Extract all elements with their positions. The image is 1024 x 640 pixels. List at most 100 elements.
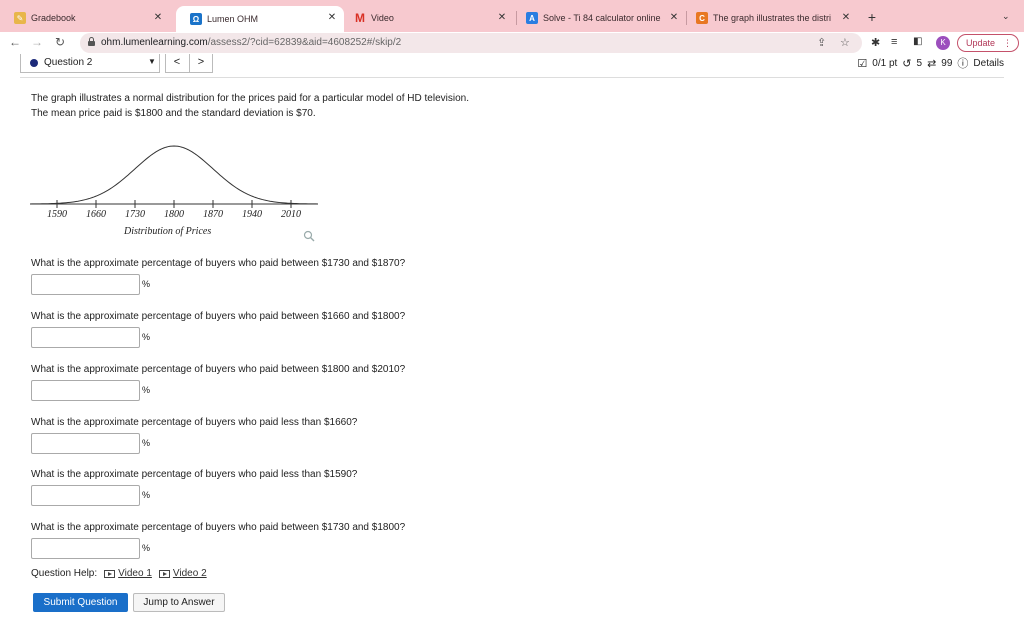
jump-to-answer-button[interactable]: Jump to Answer — [133, 593, 225, 612]
tab-video[interactable]: M Video ✕ — [340, 6, 514, 30]
attempts-icon: ⇄ — [927, 57, 937, 70]
question-select[interactable]: Question 2 ▼ — [20, 54, 160, 73]
video-play-icon — [104, 569, 116, 578]
video-play-icon — [158, 569, 170, 578]
question-part-2: What is the approximate percentage of bu… — [31, 311, 491, 348]
next-question-button[interactable]: > — [190, 56, 212, 68]
tab-strip: ✎ Gradebook ✕ Ω Lumen OHM ✕ M Video ✕ A … — [0, 0, 1024, 32]
reading-list-icon[interactable]: ≡ — [891, 36, 897, 48]
video-2-label: Video 2 — [172, 568, 207, 579]
lumen-icon: Ω — [190, 13, 202, 25]
score-text: 0/1 pt — [872, 57, 898, 69]
question-pager: < > — [165, 54, 213, 73]
answer-input-6[interactable] — [31, 538, 140, 559]
kebab-menu-icon: ⋮ — [1003, 38, 1012, 48]
bookmark-star-icon[interactable]: ☆ — [840, 36, 850, 49]
tick-label: 1870 — [203, 209, 223, 220]
question-text: What is the approximate percentage of bu… — [31, 522, 406, 533]
browser-toolbar: ← → ↻ ohm.lumenlearning.com/assess2/?cid… — [0, 32, 1024, 54]
close-icon[interactable]: ✕ — [326, 12, 338, 23]
tab-title: Solve - Ti 84 calculator online — [543, 13, 661, 23]
address-bar[interactable]: ohm.lumenlearning.com/assess2/?cid=62839… — [80, 33, 862, 53]
share-icon[interactable]: ⇪ — [817, 36, 826, 49]
forward-arrow-icon[interactable]: → — [30, 35, 44, 49]
new-tab-button[interactable]: + — [864, 9, 880, 25]
answer-input-5[interactable] — [31, 485, 140, 506]
question-help: Question Help: Video 1 Video 2 — [31, 568, 207, 579]
normal-distribution-graph: 1590 1660 1730 1800 1870 1940 2010 Distr… — [30, 138, 320, 248]
answer-input-1[interactable] — [31, 274, 140, 295]
video-2-link[interactable]: Video 2 — [158, 568, 207, 579]
tab-lumen-ohm[interactable]: Ω Lumen OHM ✕ — [176, 6, 344, 32]
profile-avatar[interactable]: K — [936, 36, 950, 50]
tab-title: Lumen OHM — [207, 14, 259, 24]
tick-label: 2010 — [281, 209, 301, 220]
magnify-icon[interactable] — [303, 230, 315, 242]
percent-unit: % — [142, 438, 151, 448]
question-intro: The graph illustrates a normal distribut… — [31, 91, 469, 121]
solve-icon: A — [526, 12, 538, 24]
percent-unit: % — [142, 279, 151, 289]
update-label: Update — [966, 38, 996, 48]
back-arrow-icon[interactable]: ← — [8, 35, 22, 49]
url-path: /assess2/?cid=62839&aid=4608252#/skip/2 — [207, 37, 402, 48]
chegg-icon: C — [696, 12, 708, 24]
answer-input-2[interactable] — [31, 327, 140, 348]
percent-unit: % — [142, 332, 151, 342]
question-help-label: Question Help: — [31, 568, 98, 579]
video-1-link[interactable]: Video 1 — [104, 568, 152, 579]
side-panel-icon[interactable]: ◧ — [913, 36, 922, 47]
question-part-6: What is the approximate percentage of bu… — [31, 522, 491, 559]
score-line: ☑ 0/1 pt ↺ 5 ⇄ 99 ⓘ Details — [857, 55, 1004, 71]
video-1-label: Video 1 — [118, 568, 152, 579]
intro-line-1: The graph illustrates a normal distribut… — [31, 93, 469, 104]
submit-question-button[interactable]: Submit Question — [33, 593, 128, 612]
question-part-5: What is the approximate percentage of bu… — [31, 469, 491, 506]
question-text: What is the approximate percentage of bu… — [31, 469, 358, 480]
tick-label: 1590 — [47, 209, 67, 220]
retry-icon: ↺ — [902, 57, 912, 70]
tab-gradebook[interactable]: ✎ Gradebook ✕ — [0, 6, 170, 30]
percent-unit: % — [142, 490, 151, 500]
close-icon[interactable]: ✕ — [152, 12, 164, 23]
question-text: What is the approximate percentage of bu… — [31, 364, 406, 375]
tick-label: 1660 — [86, 209, 106, 220]
tab-title: Video — [371, 13, 394, 23]
close-icon[interactable]: ✕ — [496, 12, 508, 23]
close-icon[interactable]: ✕ — [668, 12, 680, 23]
extensions-puzzle-icon[interactable]: ✱ — [871, 36, 880, 49]
bell-curve-svg — [30, 145, 319, 208]
update-button[interactable]: Update ⋮ — [957, 34, 1019, 52]
lock-icon — [88, 37, 95, 46]
retries-count: 5 — [916, 57, 923, 69]
info-icon[interactable]: ⓘ — [957, 55, 968, 71]
header-divider — [20, 77, 1004, 78]
question-text: What is the approximate percentage of bu… — [31, 258, 406, 269]
answer-input-3[interactable] — [31, 380, 140, 401]
tick-label: 1940 — [242, 209, 262, 220]
reload-icon[interactable]: ↻ — [53, 35, 67, 49]
tab-title: Gradebook — [31, 13, 76, 23]
percent-unit: % — [142, 385, 151, 395]
details-link[interactable]: Details — [973, 58, 1004, 69]
url-text: ohm.lumenlearning.com/assess2/?cid=62839… — [101, 37, 401, 48]
graph-caption: Distribution of Prices — [124, 226, 212, 237]
question-text: What is the approximate percentage of bu… — [31, 417, 358, 428]
gmail-icon: M — [355, 11, 365, 25]
prev-question-button[interactable]: < — [166, 56, 188, 68]
url-host: ohm.lumenlearning.com — [101, 37, 208, 48]
question-part-1: What is the approximate percentage of bu… — [31, 258, 491, 295]
question-part-4: What is the approximate percentage of bu… — [31, 417, 491, 454]
tab-solve-ti84[interactable]: A Solve - Ti 84 calculator online ✕ — [512, 6, 686, 30]
close-icon[interactable]: ✕ — [840, 12, 852, 23]
tick-label: 1730 — [125, 209, 145, 220]
question-text: What is the approximate percentage of bu… — [31, 311, 406, 322]
tab-search-chevron-icon[interactable]: ⌄ — [1002, 11, 1010, 22]
tab-chegg[interactable]: C The graph illustrates the distri ✕ — [682, 6, 858, 30]
percent-unit: % — [142, 543, 151, 553]
answer-input-4[interactable] — [31, 433, 140, 454]
caret-down-icon: ▼ — [148, 57, 156, 66]
question-status-dot-icon — [30, 59, 38, 67]
tick-label: 1800 — [164, 209, 184, 220]
question-part-3: What is the approximate percentage of bu… — [31, 364, 491, 401]
